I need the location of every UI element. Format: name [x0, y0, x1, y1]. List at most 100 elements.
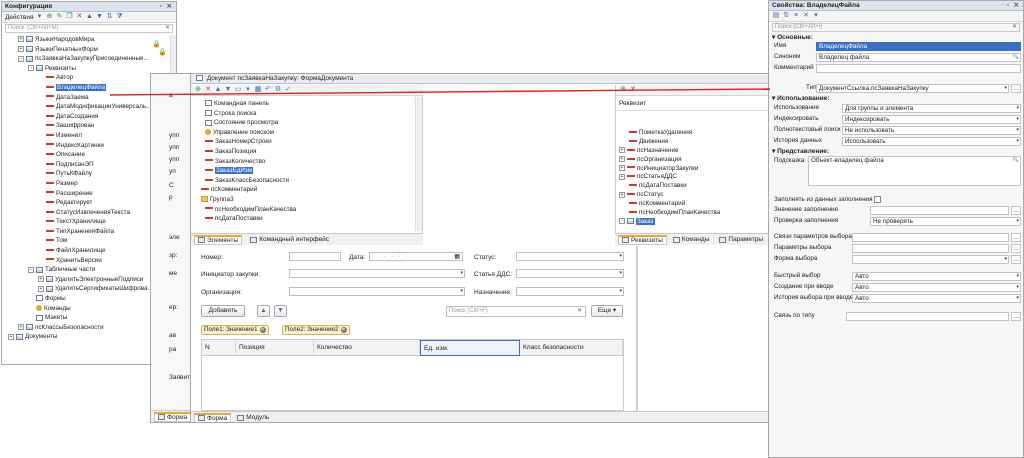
initiator-field[interactable]: ▾	[289, 269, 465, 278]
attribute-item[interactable]: псДатаПоставки	[619, 182, 720, 191]
element-item[interactable]: Командная панель	[199, 99, 296, 109]
settings-icon[interactable]: ⚙	[274, 86, 282, 94]
more-button[interactable]: Еще ▾	[591, 305, 623, 317]
sort-icon[interactable]: ⇅	[782, 12, 790, 20]
element-item[interactable]: ЗаказНомерСтроки	[199, 137, 296, 147]
prop-type-link-value[interactable]	[846, 312, 1009, 321]
column-header-n[interactable]: N	[202, 340, 236, 356]
add-icon[interactable]: ⊕	[194, 86, 202, 94]
tree-item[interactable]: + ЯзыкиПечатныхФорм	[2, 45, 176, 55]
section-presentation[interactable]: ▾ Представление:	[772, 147, 829, 155]
add-button[interactable]: Добавить	[201, 305, 245, 317]
prop-type-link-more-button[interactable]: …	[1011, 312, 1021, 321]
collapse-icon[interactable]: -	[18, 55, 24, 62]
prop-fill-value-more-button[interactable]: …	[1011, 206, 1021, 215]
expand-icon[interactable]: +	[619, 173, 625, 180]
chevron-down-icon[interactable]: ▾	[1016, 284, 1019, 291]
order-table[interactable]: N Позиция Количество Ед. изм. Класс безо…	[201, 339, 624, 411]
chevron-down-icon[interactable]: ▾	[1016, 138, 1019, 145]
list-icon[interactable]: ≡	[792, 12, 800, 20]
search-icon[interactable]: 🔍	[1013, 157, 1019, 164]
attribute-item[interactable]: + псИнициаторЗакупки	[619, 165, 720, 174]
clear-search-icon[interactable]: ✕	[577, 307, 582, 314]
prop-comment-value[interactable]	[816, 64, 1021, 73]
date-field[interactable]: . . : : ▦	[369, 252, 463, 261]
close-icon[interactable]: ✕	[340, 327, 347, 333]
move-up-button[interactable]: ▲	[257, 305, 270, 317]
column-header-position[interactable]: Позиция	[236, 340, 314, 356]
prop-fill-value-value[interactable]	[870, 206, 1009, 215]
chevron-down-icon[interactable]: ▾	[619, 270, 622, 276]
expand-icon[interactable]: +	[18, 45, 24, 52]
prop-history-value[interactable]: Использовать ▾	[842, 137, 1021, 146]
prop-choice-form-value[interactable]: ▾	[852, 255, 1009, 264]
prop-quick-choice-value[interactable]: Авто ▾	[852, 272, 1021, 281]
tab[interactable]: Команды	[669, 235, 714, 245]
element-item[interactable]: ЗаказЕдИзм	[199, 166, 296, 176]
element-item[interactable]: Состояние просмотра	[199, 118, 296, 128]
prop-synonym-value[interactable]: Владелец файла 🔍	[816, 53, 1021, 62]
element-item[interactable]: псКомментарий	[199, 185, 296, 195]
chevron-down-icon[interactable]: ▾	[1016, 295, 1019, 302]
tab[interactable]: Командный интерфейс	[246, 235, 333, 245]
move-up-icon[interactable]: ▲	[85, 13, 93, 21]
chevron-down-icon[interactable]: ▾	[1016, 105, 1019, 112]
tab[interactable]: Модуль	[233, 413, 273, 423]
expand-icon[interactable]: +	[18, 324, 24, 331]
edit-icon[interactable]: ✎	[55, 13, 63, 21]
check-icon[interactable]: ✓	[284, 86, 292, 94]
chevron-down-icon[interactable]: ▾	[1016, 273, 1019, 280]
prop-check-fill-value[interactable]: Не проверять ▾	[870, 217, 1021, 226]
group-tag-2[interactable]: Поле2: Значение2 ✕	[282, 325, 350, 335]
chevron-down-icon[interactable]: ▾	[1016, 116, 1019, 123]
section-usage[interactable]: ▾ Использование:	[772, 94, 830, 102]
table-search-input[interactable]: Поиск (Ctrl+F) ✕	[446, 306, 586, 317]
scrollbar[interactable]	[415, 97, 422, 231]
chevron-down-icon[interactable]: ▾	[244, 86, 252, 94]
chevron-down-icon[interactable]: ▾	[1016, 218, 1019, 225]
tab[interactable]: Параметры	[715, 235, 767, 245]
group-icon[interactable]: ▭	[234, 86, 242, 94]
tree-item[interactable]: - Реквизиты	[2, 64, 176, 74]
delete-icon[interactable]: ✕	[75, 13, 83, 21]
element-item[interactable]: ЗаказКоличество	[199, 157, 296, 167]
close-icon[interactable]: ✕	[167, 2, 172, 10]
minimize-icon[interactable]: ▫	[160, 3, 162, 10]
prop-hint-value[interactable]: Объект-владелец файла 🔍	[808, 156, 1021, 186]
column-header-unit[interactable]: Ед. изм.	[420, 340, 520, 356]
tree-item[interactable]: + ЯзыкиНародовМира	[2, 35, 176, 45]
close-icon[interactable]: ✕	[802, 12, 810, 20]
purpose-field[interactable]: ▾	[516, 287, 624, 296]
element-item[interactable]: Управление поиском	[199, 128, 296, 138]
expand-icon[interactable]: +	[18, 36, 24, 43]
dds-field[interactable]: ▾	[516, 269, 624, 278]
prop-choice-links-more-button[interactable]: …	[1011, 233, 1021, 242]
delete-icon[interactable]: ✕	[204, 86, 212, 94]
attribute-item[interactable]: - Заказ	[619, 217, 720, 227]
element-item[interactable]: Группа3	[199, 195, 296, 205]
attribute-item[interactable]: + псНазначение	[619, 147, 720, 156]
organization-field[interactable]: ▾	[289, 287, 465, 296]
collapse-icon[interactable]: -	[619, 218, 625, 225]
search-icon[interactable]: 🔍	[1013, 54, 1019, 61]
chevron-down-icon[interactable]: ▾	[1004, 85, 1007, 92]
column-header-security-class[interactable]: Класс безопасности	[520, 340, 623, 356]
section-main[interactable]: ▾ Основные:	[772, 33, 813, 41]
chevron-down-icon[interactable]: ▾	[619, 253, 622, 259]
move-up-icon[interactable]: ▲	[214, 86, 222, 94]
tab-form[interactable]: Форма	[154, 411, 191, 422]
element-item[interactable]: Строка поиска	[199, 109, 296, 119]
prop-indexing-value[interactable]: Индексировать ▾	[842, 115, 1021, 124]
prop-choice-form-more-button[interactable]: …	[1011, 255, 1021, 264]
expand-icon[interactable]: +	[8, 333, 14, 340]
add-icon[interactable]: ⊕	[45, 13, 53, 21]
element-item[interactable]: ЗаказПозиция	[199, 147, 296, 157]
expand-icon[interactable]: +	[38, 276, 44, 283]
prop-name-value[interactable]: ВладелецФайла	[816, 42, 1021, 51]
tab[interactable]: Форма	[194, 412, 232, 422]
fill-from-checkbox[interactable]	[874, 196, 882, 203]
delete-icon[interactable]: ✕	[629, 86, 637, 94]
prop-fulltext-value[interactable]: Не использовать ▾	[842, 126, 1021, 135]
expand-icon[interactable]: +	[619, 164, 625, 171]
status-field[interactable]: ▾	[516, 252, 624, 261]
